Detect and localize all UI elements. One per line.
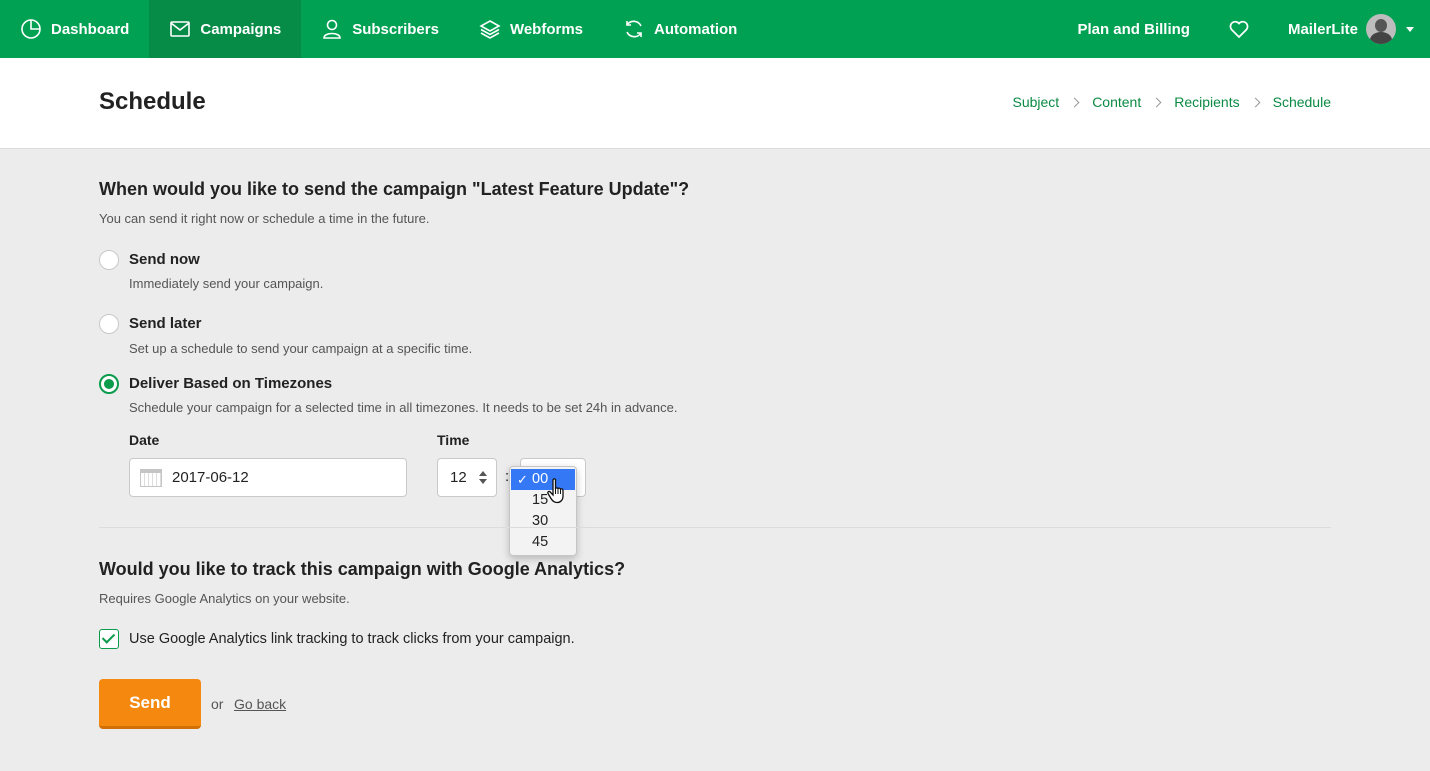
timezones-radio[interactable] — [99, 374, 119, 394]
hour-value: 12 — [450, 469, 467, 486]
send-button[interactable]: Send — [99, 679, 201, 729]
send-now-radio[interactable] — [99, 250, 119, 270]
breadcrumb-content[interactable]: Content — [1092, 94, 1141, 110]
envelope-icon — [170, 21, 191, 37]
breadcrumb-subject[interactable]: Subject — [1012, 94, 1059, 110]
time-label: Time — [437, 432, 470, 448]
timezones-title[interactable]: Deliver Based on Timezones — [129, 375, 332, 392]
nav-item-subscribers[interactable]: Subscribers — [301, 0, 459, 58]
send-later-title[interactable]: Send later — [129, 315, 202, 332]
timezones-desc: Schedule your campaign for a selected ti… — [129, 400, 678, 415]
send-later-radio[interactable] — [99, 314, 119, 334]
page-header: Schedule Subject Content Recipients Sche… — [0, 58, 1430, 149]
send-now-desc: Immediately send your campaign. — [129, 276, 324, 291]
chevron-right-icon — [1151, 97, 1162, 107]
nav-item-campaigns[interactable]: Campaigns — [149, 0, 302, 58]
chevron-down-icon — [1406, 26, 1414, 32]
minute-option-30[interactable]: 30 — [510, 511, 576, 532]
analytics-checkbox-label[interactable]: Use Google Analytics link tracking to tr… — [129, 631, 575, 647]
schedule-question: When would you like to send the campaign… — [99, 179, 690, 199]
date-value: 2017-06-12 — [172, 469, 249, 486]
breadcrumb-recipients[interactable]: Recipients — [1174, 94, 1239, 110]
top-navigation: Dashboard Campaigns Subscribers Webforms… — [0, 0, 1430, 58]
section-divider — [99, 527, 1331, 528]
nav-label: Webforms — [509, 20, 584, 38]
minute-option-45[interactable]: 45 — [510, 532, 576, 553]
analytics-subtitle: Requires Google Analytics on your websit… — [99, 591, 350, 606]
date-label: Date — [129, 432, 160, 448]
analytics-question: Would you like to track this campaign wi… — [99, 559, 626, 579]
calendar-icon — [140, 468, 162, 487]
plan-billing-link[interactable]: Plan and Billing — [1077, 21, 1190, 38]
nav-label: Dashboard — [51, 20, 130, 38]
nav-item-automation[interactable]: Automation — [603, 0, 757, 58]
chevron-right-icon — [1250, 97, 1261, 107]
hand-pointer-icon — [547, 478, 564, 504]
chevron-right-icon — [1069, 97, 1080, 107]
dashboard-icon — [21, 19, 41, 39]
or-text: or — [211, 696, 224, 712]
heart-icon[interactable] — [1228, 18, 1250, 40]
analytics-checkbox[interactable] — [99, 629, 119, 649]
breadcrumb-schedule[interactable]: Schedule — [1273, 94, 1331, 110]
hour-select[interactable]: 12 — [437, 458, 497, 497]
date-field[interactable]: 2017-06-12 — [129, 458, 407, 497]
send-now-title[interactable]: Send now — [129, 251, 200, 268]
account-menu[interactable]: MailerLite — [1288, 14, 1414, 44]
user-icon — [323, 19, 342, 39]
minute-option-label: 45 — [532, 534, 549, 550]
schedule-subtitle: You can send it right now or schedule a … — [99, 211, 430, 226]
nav-label: Campaigns — [200, 20, 282, 38]
nav-item-webforms[interactable]: Webforms — [459, 0, 603, 58]
nav-item-dashboard[interactable]: Dashboard — [0, 0, 149, 58]
refresh-icon — [626, 20, 642, 38]
nav-label: Subscribers — [352, 20, 439, 38]
account-name: MailerLite — [1287, 20, 1358, 38]
send-later-desc: Set up a schedule to send your campaign … — [129, 341, 473, 356]
breadcrumb: Subject Content Recipients Schedule — [1012, 94, 1331, 110]
checkmark-icon: ✓ — [517, 472, 528, 487]
avatar — [1366, 14, 1396, 44]
nav-label: Automation — [654, 20, 738, 38]
nav-right: Plan and Billing MailerLite — [1077, 0, 1430, 58]
page-title: Schedule — [99, 88, 206, 115]
layers-icon — [479, 20, 501, 39]
go-back-link[interactable]: Go back — [234, 696, 286, 712]
